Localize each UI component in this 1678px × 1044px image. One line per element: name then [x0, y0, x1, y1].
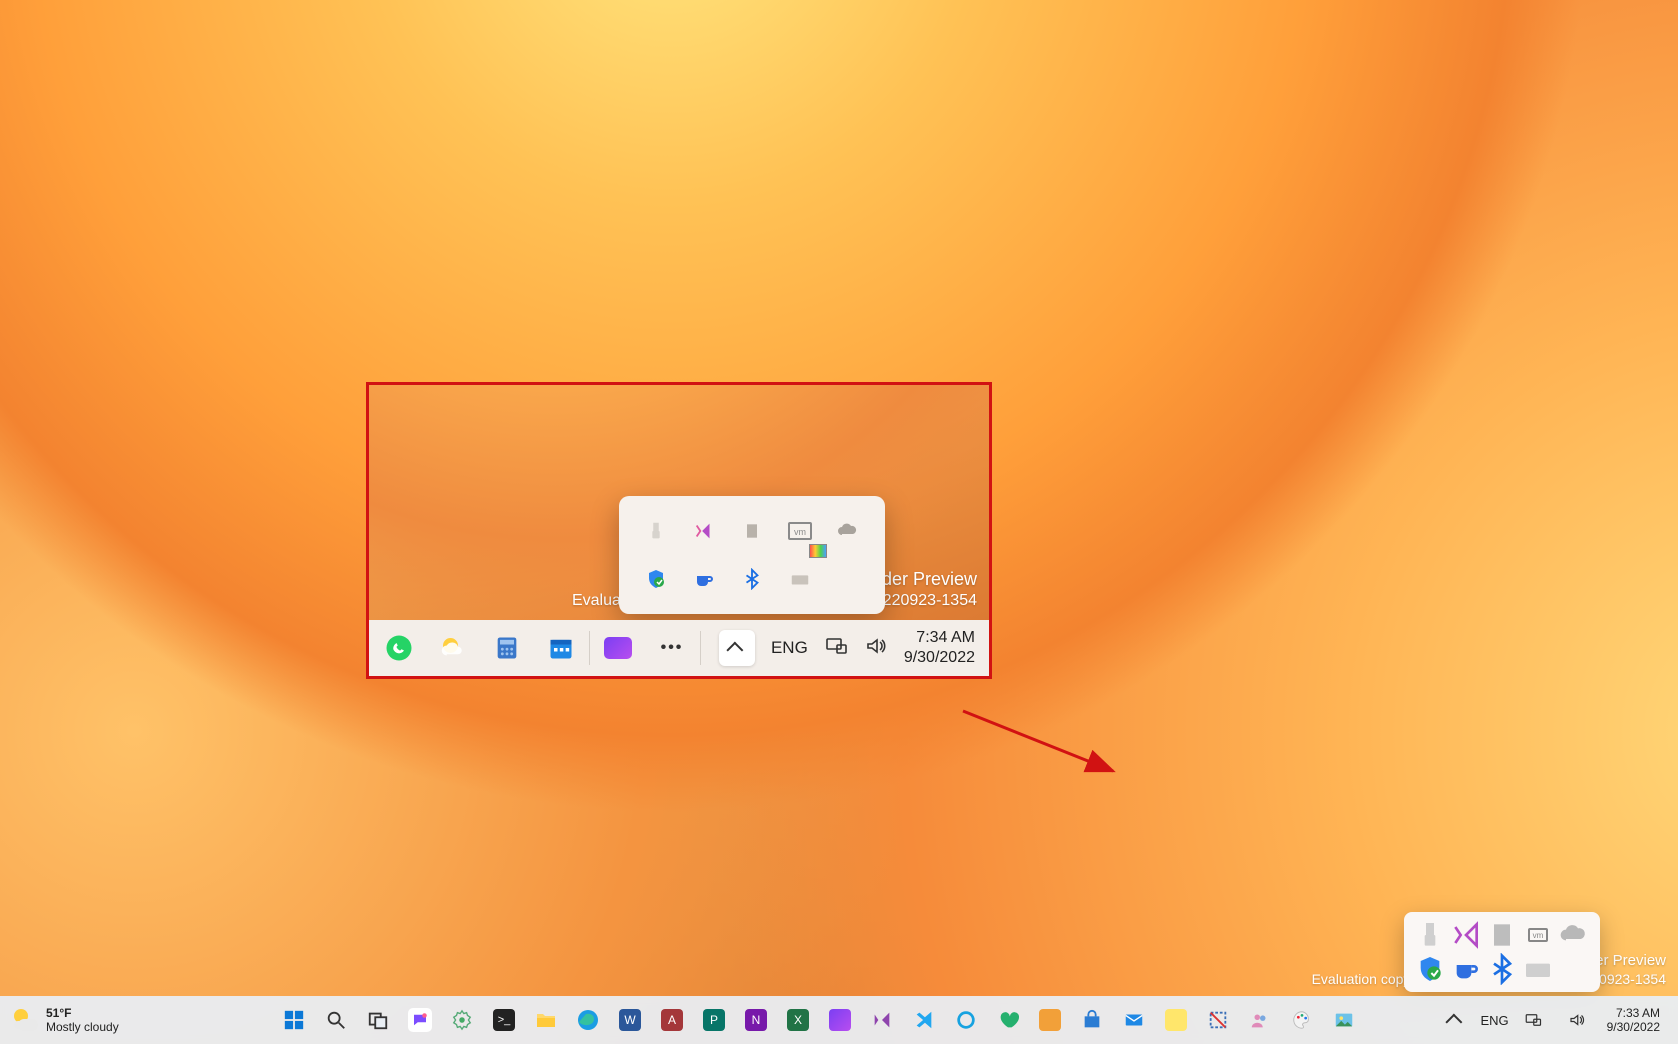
bluetooth-tray-icon[interactable]: [1486, 954, 1518, 984]
volume-icon[interactable]: [1557, 1000, 1597, 1040]
widgets-button[interactable]: 51°F Mostly cloudy: [6, 1006, 216, 1034]
defender-tray-icon[interactable]: [635, 558, 677, 600]
clock-date: 9/30/2022: [904, 648, 975, 668]
volume-icon[interactable]: [864, 634, 888, 663]
cast-icon[interactable]: [1513, 1000, 1553, 1040]
feedback-hub-icon[interactable]: [1030, 1000, 1070, 1040]
defender-tray-icon[interactable]: [1414, 954, 1446, 984]
system-tray-flyout[interactable]: vm: [1404, 912, 1600, 992]
whatsapp-icon[interactable]: [377, 626, 421, 670]
chevron-up-icon: [1450, 1014, 1462, 1026]
word-icon[interactable]: W: [610, 1000, 650, 1040]
onedrive-tray-icon[interactable]: [827, 510, 869, 552]
annotation-zoom-inset: o Insider Preview Evaluation copy. Build…: [369, 385, 989, 676]
keyboard-tray-icon[interactable]: [779, 558, 821, 600]
people-icon[interactable]: [1240, 1000, 1280, 1040]
clipchamp-icon[interactable]: [820, 1000, 860, 1040]
taskbar-app-list: >_ W A P N X: [216, 1000, 1422, 1040]
start-button[interactable]: [274, 1000, 314, 1040]
clock-time: 7:34 AM: [904, 628, 975, 648]
file-explorer-icon[interactable]: [526, 1000, 566, 1040]
usb-icon[interactable]: [635, 510, 677, 552]
taskbar-clock[interactable]: 7:33 AM 9/30/2022: [1601, 1006, 1666, 1034]
caffeine-tray-icon[interactable]: [1450, 954, 1482, 984]
caffeine-tray-icon[interactable]: [683, 558, 725, 600]
show-hidden-icons-button[interactable]: [1436, 1000, 1476, 1040]
cortana-icon[interactable]: [946, 1000, 986, 1040]
access-icon[interactable]: A: [652, 1000, 692, 1040]
store-icon[interactable]: [1072, 1000, 1112, 1040]
search-button[interactable]: [316, 1000, 356, 1040]
keyboard-tray-icon[interactable]: [1522, 954, 1554, 984]
visual-studio-icon[interactable]: [862, 1000, 902, 1040]
onedrive-tray-icon[interactable]: [1558, 920, 1590, 950]
bluetooth-tray-icon[interactable]: [731, 558, 773, 600]
weather-app-icon[interactable]: [431, 626, 475, 670]
taskbar: 51°F Mostly cloudy >_ W A P N X: [0, 996, 1678, 1044]
chat-icon[interactable]: [400, 1000, 440, 1040]
cast-icon[interactable]: [824, 634, 848, 663]
taskbar-separator: [589, 631, 590, 665]
vmware-tray-icon[interactable]: vm: [779, 510, 821, 552]
vscode-icon[interactable]: [904, 1000, 944, 1040]
language-indicator[interactable]: ENG: [1480, 1013, 1508, 1028]
clock-time: 7:33 AM: [1607, 1006, 1660, 1020]
weather-temp: 51°F: [46, 1006, 119, 1020]
annotation-arrow: [958, 706, 1128, 786]
language-indicator[interactable]: ENG: [771, 638, 808, 658]
show-hidden-icons-button[interactable]: [719, 630, 755, 666]
taskbar-separator: [700, 631, 701, 665]
calculator-icon[interactable]: [485, 626, 529, 670]
visual-studio-tray-icon[interactable]: [683, 510, 725, 552]
weather-desc: Mostly cloudy: [46, 1020, 119, 1034]
usb-icon[interactable]: [1414, 920, 1446, 950]
notes-tray-icon[interactable]: [1486, 920, 1518, 950]
clipchamp-icon[interactable]: [596, 626, 640, 670]
vmware-tray-icon[interactable]: vm: [1522, 920, 1554, 950]
onenote-icon[interactable]: N: [736, 1000, 776, 1040]
taskbar-system-tray: ENG 7:33 AM 9/30/2022: [1422, 1000, 1672, 1040]
inset-taskbar: ••• ENG 7:34 AM 9/30/2022: [369, 620, 989, 676]
terminal-icon[interactable]: >_: [484, 1000, 524, 1040]
calendar-icon[interactable]: [539, 626, 583, 670]
paint-icon[interactable]: [1282, 1000, 1322, 1040]
sticky-notes-icon[interactable]: [1156, 1000, 1196, 1040]
mail-icon[interactable]: [1114, 1000, 1154, 1040]
visual-studio-tray-icon[interactable]: [1450, 920, 1482, 950]
excel-icon[interactable]: X: [778, 1000, 818, 1040]
publisher-icon[interactable]: P: [694, 1000, 734, 1040]
edge-icon[interactable]: [568, 1000, 608, 1040]
inset-system-tray-flyout[interactable]: vm: [619, 496, 885, 614]
settings-icon[interactable]: [442, 1000, 482, 1040]
taskbar-clock[interactable]: 7:34 AM 9/30/2022: [904, 628, 981, 668]
clock-date: 9/30/2022: [1607, 1020, 1660, 1034]
weather-icon: [12, 1007, 38, 1033]
snipping-tool-icon[interactable]: [1198, 1000, 1238, 1040]
more-apps-icon[interactable]: •••: [650, 626, 694, 670]
photos-icon[interactable]: [1324, 1000, 1364, 1040]
desktop-wallpaper[interactable]: Windows 11 Pro Insider Preview Evaluatio…: [0, 0, 1678, 1044]
notes-tray-icon[interactable]: [731, 510, 773, 552]
family-icon[interactable]: [988, 1000, 1028, 1040]
task-view-button[interactable]: [358, 1000, 398, 1040]
chevron-up-icon: [731, 642, 743, 654]
